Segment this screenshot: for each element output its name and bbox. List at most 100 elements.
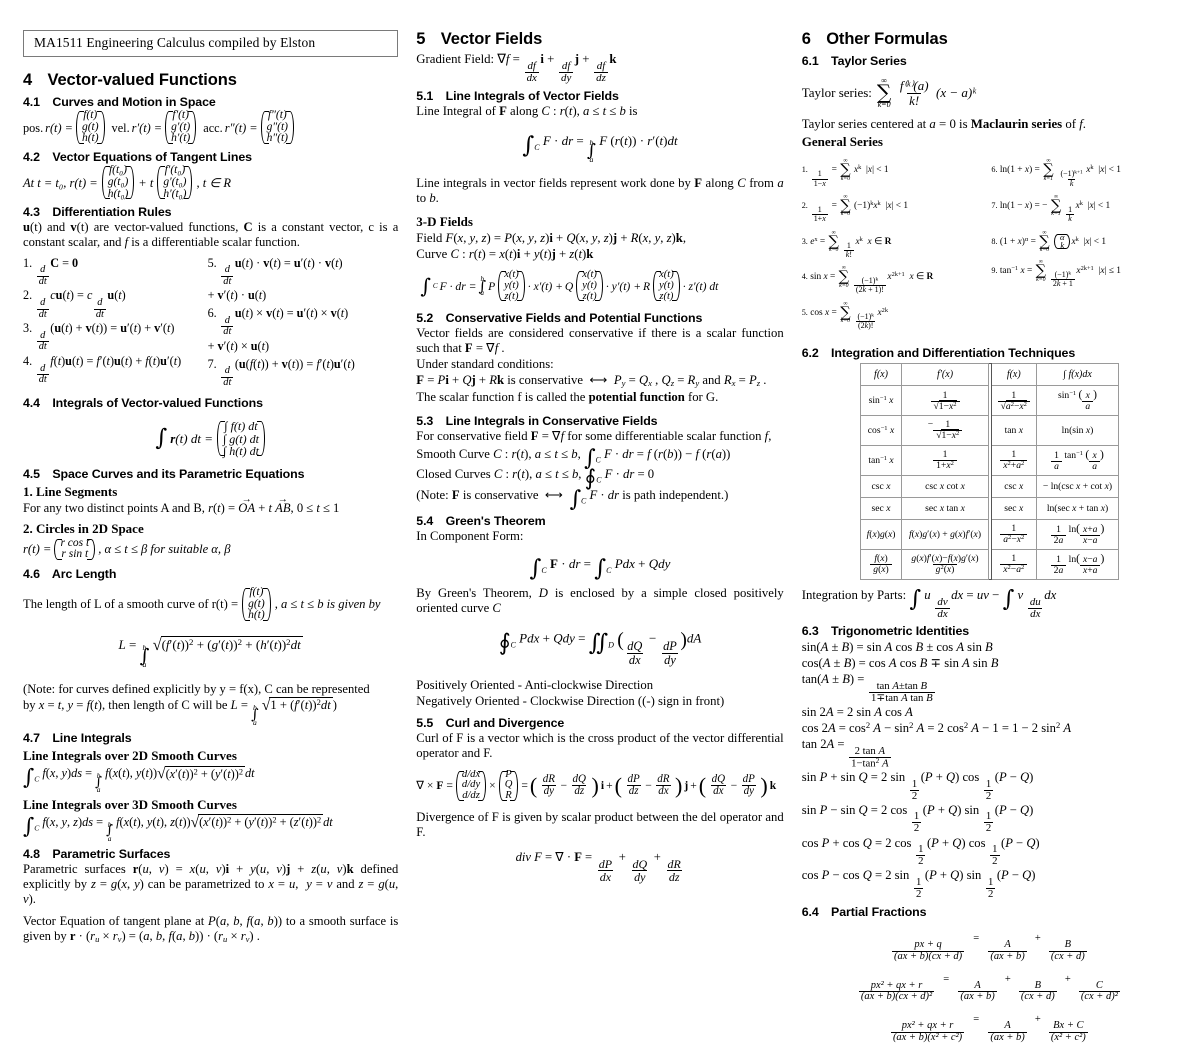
tangent-vector-1: f(t₀) g(t₀) h(t₀) [101, 164, 136, 200]
section-6-3-number: 6.3 [801, 624, 819, 639]
section-4-4-number: 4.4 [23, 396, 40, 411]
table-row: f(x)g(x) f(x)g′(x) + g(x)f′(x) 1 a2−x2 12… [859, 518, 1120, 550]
greens-theorem-note: By Green's Theorem, D is enclosed by a s… [416, 586, 784, 616]
arc-length-note-2: by x = t, y = f(t), then length of C wil… [23, 697, 337, 727]
diff-rule-1: 1. d dt C = 0 [23, 255, 79, 287]
series-item-6: 6. ln(1 + x) = ∞ ∑ k=1 (−1)k+1 k xk |x| < 1 [991, 158, 1121, 188]
r-label: R [643, 279, 651, 293]
trig-identities-list: sin(A ± B) = sin A cos B ± cos A sin B c… [802, 639, 1177, 900]
section-5-3-title: Line Integrals in Conservative Fields [445, 413, 658, 428]
section-5-2-heading: 5.2 Conservative Fields and Potential Fu… [416, 311, 783, 325]
section-4-1-heading: 4.1 Curves and Motion in Space [23, 95, 398, 109]
line-integrals-3d-heading: Line Integrals over 3D Smooth Curves [23, 796, 237, 812]
pos-vector: f(t) g(t) h(t) [75, 109, 106, 145]
series-column-right: 6. ln(1 + x) = ∞ ∑ k=1 (−1)k+1 k xk |x| < 1 … [991, 154, 1177, 336]
circles-2d-formula: r(t) = r cos t r sin t , α ≤ t ≤ β for s… [23, 536, 231, 561]
table-row: csc x csc x cot x csc x − ln(csc x + cot… [859, 474, 1120, 498]
series-item-4: 4. sin x = ∞ ∑ k=0 (−1)k (2k + 1)! x2k+1 x ∈… [801, 265, 934, 295]
diff-rule-6-cont: + v′(t) × u(t) [207, 338, 270, 353]
cell-fx-int: sec x [990, 496, 1037, 520]
cell-fx-int: tan x [990, 415, 1037, 446]
series-column-left: 1. 1 1−x = ∞ ∑ k=0 xk |x| < 1 2. 1 1+x = ∞ ∑ k… [802, 154, 988, 336]
section-4-2-heading: 4.2 Vector Equations of Tangent Lines [23, 150, 398, 164]
section-5-5-heading: 5.5 Curl and Divergence [416, 716, 783, 730]
cell-fprime: g(x)f′(x)−f(x)g′(x) g2(x) [901, 548, 989, 580]
section-6-2-title: Integration and Differentiation Techniqu… [831, 346, 1076, 361]
cell-fx: sin−1 x [859, 385, 903, 417]
cell-fx-int: 1 x2−a2 [990, 548, 1037, 580]
section-6-3-heading: 6.3 Trigonometric Identities [802, 624, 1177, 638]
document-title-box: MA1511 Engineering Calculus compiled by … [23, 30, 399, 57]
maclaurin-note: Taylor series centered at a = 0 is Macla… [801, 116, 1086, 131]
trig-identity-3: tan(A ± B) = tan A±tan B 1∓tan A tan B [801, 672, 935, 704]
taylor-series-label: Taylor series: [801, 84, 872, 100]
series-item-2: 2. 1 1+x = ∞ ∑ k=0 (−1)kxk |x| < 1 [801, 193, 909, 224]
section-4-2-number: 4.2 [23, 150, 40, 165]
section-4-5-heading: 4.5 Space Curves and its Parametric Equa… [23, 467, 398, 481]
section-4-2-title: Vector Equations of Tangent Lines [52, 150, 252, 165]
diff-rules-right: 5. d dt u(t) · v(t) = u′(t) · v(t) + v′(t)… [208, 255, 399, 389]
section-4-number: 4 [23, 71, 33, 89]
section-5-4-title: Green's Theorem [445, 513, 546, 528]
section-5-title: Vector Fields [440, 30, 543, 48]
diff-rule-5: 5. d dt u(t) · v(t) = u′(t) · v(t) [207, 255, 343, 287]
cell-fprime: sec x tan x [901, 496, 989, 520]
cell-integral: 1a tan−1 (x a) [1035, 444, 1120, 476]
cell-fx-int: 1 a2−x2 [990, 518, 1037, 550]
section-6-2-heading: 6.2 Integration and Differentiation Tech… [802, 346, 1177, 360]
diff-rule-4: 4. d dt f(t)u(t) = f′(t)u(t) + f(t)u′(t) [23, 354, 182, 386]
series-item-1: 1. 1 1−x = ∞ ∑ k=0 xk |x| < 1 [801, 158, 889, 188]
trig-identity-1: sin(A ± B) = sin A cos B ± cos A sin B [801, 640, 993, 655]
taylor-series-formula: Taylor series: ∞ ∑ k=0 f⁽ᵏ⁾(a) k! (x − a… [801, 76, 976, 110]
cell-fprime: −1 √1−x2 [901, 415, 989, 446]
cell-fx-int: 1 √a2−x2 [990, 385, 1037, 417]
series-item-3: 3. ex = ∞ ∑ k=0 1 k! xk x ∈ R [801, 229, 892, 259]
section-5-number: 5 [416, 30, 426, 48]
cell-fprime: csc x cot x [901, 474, 989, 498]
positively-oriented-note: Positively Oriented - Anti-clockwise Dir… [416, 678, 654, 693]
table-header-row: f(x) f′(x) f(x) ∫ f(x)dx [859, 363, 1120, 387]
greens-theorem-formula-1: ∫C F · dr = ∫C Pdx + Qdy [529, 554, 671, 581]
diff-rule-7: 7. d dt (u(f(t)) + v(t)) = f′(t)u′(t) [207, 356, 355, 388]
line-integrals-3d-formula: ∫C f(x, y, z)ds = b ∫ a f(x(t), y(t), z(t)… [23, 813, 333, 843]
section-5-4-heading: 5.4 Green's Theorem [416, 514, 783, 528]
col-header-fx-deriv: f(x) [859, 363, 903, 387]
cell-fx: f(x)g(x) [859, 518, 903, 550]
tangent-mid: + t [138, 175, 154, 190]
cell-fx: sec x [859, 496, 903, 520]
component-form-label: In Component Form: [416, 528, 524, 543]
section-4-7-heading: 4.7 Line Integrals [23, 731, 398, 745]
section-6-3-title: Trigonometric Identities [831, 624, 970, 639]
closed-curve-formula: Closed Curves C : r(t), a ≤ t ≤ b, ∮C F … [416, 465, 655, 492]
diff-rule-3: 3. d dt (u(t) + v(t)) = u′(t) + v′(t) [23, 321, 175, 353]
line-segments-text: For any two distinct points A and B, r(t… [23, 494, 398, 516]
tangent-vector-2: f′(t₀) g′(t₀) h′(t₀) [156, 164, 193, 200]
trig-identity-10: cos P − cos Q = 2 sin 1 2 (P + Q) sin 1 2 (P… [801, 868, 1036, 900]
series-item-7: 7. ln(1 − x) = − ∞ ∑ k=1 1 k xk |x| < 1 [991, 193, 1111, 224]
section-5-5-number: 5.5 [416, 715, 434, 730]
cell-fx-int: csc x [990, 474, 1037, 498]
curl-formula: ∇ × F = d/dx d/dy d/dz × P Q R = (dR dy − d… [416, 768, 777, 802]
section-4-3-heading: 4.3 Differentiation Rules [23, 205, 398, 219]
column-left: MA1511 Engineering Calculus compiled by … [14, 30, 407, 944]
section-5-1-title: Line Integrals of Vector Fields [445, 89, 619, 104]
pqr-vector: P Q R [498, 769, 520, 802]
section-5-heading: 5 Vector Fields [416, 30, 783, 49]
line-integrals-2d-formula: ∫C f(x, y)ds = b ∫ a f(x(t), y(t))√(x′(t))… [23, 765, 255, 795]
section-6-4-title: Partial Fractions [831, 904, 927, 919]
partial-fraction-2: px² + qx + r (ax + b)(cx + d)² = A (ax + b… [858, 973, 1120, 1003]
table-row: tan−1 x 1 1+x2 1 x2+a2 1a tan−1 (x a) [859, 444, 1120, 476]
section-6-1-number: 6.1 [801, 54, 819, 68]
divergence-formula: div F = ∇ · F = dP dx + dQ dy + dR dz [515, 849, 682, 885]
section-4-5-title: Space Curves and its Parametric Equation… [52, 467, 305, 482]
acc-vector: f″(t) g″(t) h″(t) [260, 109, 295, 145]
parametric-surfaces-p2: Vector Equation of tangent plane at P(a,… [23, 914, 399, 945]
section-4-6-heading: 4.6 Arc Length [23, 567, 398, 581]
column-right: 6 Other Formulas 6.1 Taylor Series Taylo… [793, 30, 1186, 1043]
partial-fraction-3: px² + qx + r (ax + b)(x² + c²) = A (ax + b… [890, 1014, 1088, 1043]
path-independent-note: (Note: F is conservative ⟷ ∫C F · dr is … [416, 486, 729, 513]
section-4-4-title: Integrals of Vector-valued Functions [52, 396, 263, 411]
conservative-field-lead: For conservative field F = ∇f for some d… [416, 428, 772, 443]
three-column-layout: MA1511 Engineering Calculus compiled by … [0, 0, 1200, 1043]
line-integrals-2d-heading: Line Integrals over 2D Smooth Curves [23, 748, 237, 764]
